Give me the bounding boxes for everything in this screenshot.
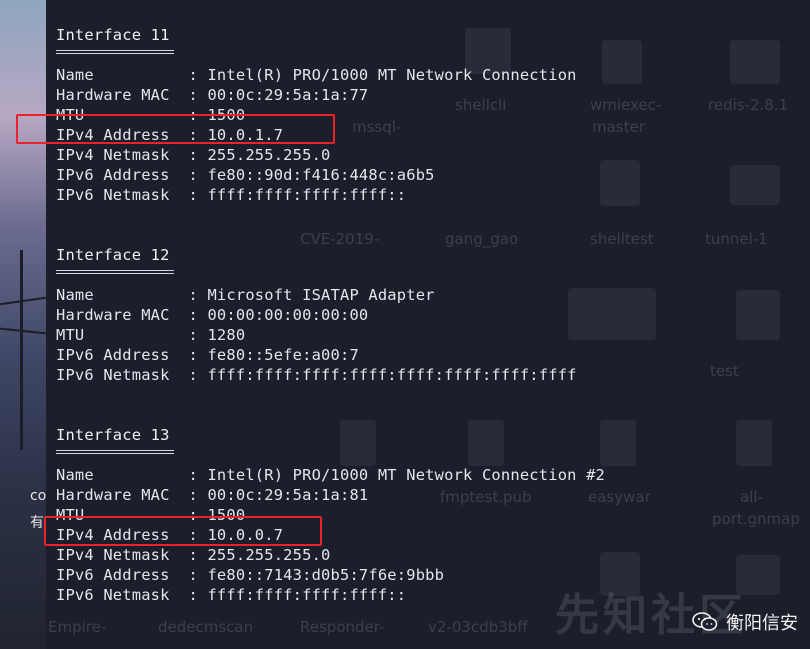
- desktop-file-label: Responder-: [300, 618, 385, 636]
- interface-mac-row: Hardware MAC : 00:00:00:00:00:00: [56, 306, 369, 324]
- interface-ipv6-netmask-row: IPv6 Netmask : ffff:ffff:ffff:ffff::: [56, 186, 407, 204]
- desktop-file-label: fmptest.pub: [440, 488, 532, 506]
- interface-title: Interface 12: [56, 246, 170, 264]
- interface-ipv4-netmask-row: IPv4 Netmask : 255.255.255.0: [56, 546, 331, 564]
- interface-ipv4-netmask-row: IPv4 Netmask : 255.255.255.0: [56, 146, 331, 164]
- interface-ipv6-address-row: IPv6 Address : fe80::7143:d0b5:7f6e:9bbb: [56, 566, 445, 584]
- desktop-file-label: master: [592, 118, 645, 136]
- interface-mac-row: Hardware MAC : 00:0c:29:5a:1a:81: [56, 486, 369, 504]
- desktop-folder-icon: [730, 165, 780, 205]
- interface-ipv6-netmask-row: IPv6 Netmask : ffff:ffff:ffff:ffff:ffff:…: [56, 366, 577, 384]
- watermark: 衡阳信安: [692, 609, 798, 635]
- desktop-file-label: dedecmscan: [158, 618, 254, 636]
- desktop-file-label: tunnel-1: [705, 230, 768, 248]
- desktop-file-icon: [468, 420, 504, 466]
- desktop-file-label: CVE-2019-: [300, 230, 380, 248]
- ipv4-highlight-box: [16, 114, 335, 144]
- utility-pole-graphic: [20, 250, 23, 450]
- interface-name-row: Name : Intel(R) PRO/1000 MT Network Conn…: [56, 466, 606, 484]
- interface-ipv6-address-row: IPv6 Address : fe80::5efe:a00:7: [56, 346, 359, 364]
- desktop-archive-icon: [600, 420, 636, 466]
- watermark-text: 衡阳信安: [726, 613, 798, 634]
- desktop-file-label: all-: [740, 488, 763, 506]
- desktop-file-label: mssql-: [352, 118, 402, 136]
- title-underline: [56, 270, 174, 274]
- desktop-file-label: easywar: [588, 488, 651, 506]
- interface-ipv6-address-row: IPv6 Address : fe80::90d:f416:448c:a6b5: [56, 166, 435, 184]
- interface-title: Interface 13: [56, 426, 170, 444]
- interface-ipv6-netmask-row: IPv6 Netmask : ffff:ffff:ffff:ffff::: [56, 586, 407, 604]
- interface-mtu-row: MTU : 1280: [56, 326, 246, 344]
- wechat-icon: [692, 612, 718, 631]
- desktop-glyph: 有: [30, 515, 44, 531]
- desktop-file-label: v2-03cdb3bff: [428, 618, 528, 636]
- power-line-graphic: [0, 296, 46, 306]
- desktop-file-label: wmiexec-: [590, 96, 662, 114]
- interface-mac-row: Hardware MAC : 00:0c:29:5a:1a:77: [56, 86, 369, 104]
- desktop-file-label: redis-2.8.1: [708, 96, 789, 114]
- title-underline: [56, 450, 174, 454]
- desktop-wallpaper: co 有: [0, 0, 46, 649]
- desktop-file-icon: [736, 420, 772, 466]
- desktop-file-label: port.gnmap: [712, 510, 800, 528]
- desktop-file-icon: [600, 160, 640, 206]
- interface-name-row: Name : Intel(R) PRO/1000 MT Network Conn…: [56, 66, 577, 84]
- desktop-file-label: gang_gao: [445, 230, 519, 248]
- desktop-folder-icon: [730, 40, 780, 84]
- interface-name-row: Name : Microsoft ISATAP Adapter: [56, 286, 435, 304]
- desktop-file-label: test: [710, 362, 739, 380]
- desktop-file-label: shelltest: [590, 230, 654, 248]
- desktop-file-label: Empire-: [48, 618, 107, 636]
- desktop-file-icon: [340, 420, 376, 466]
- desktop-glyph: co: [30, 488, 47, 504]
- desktop-file-icon: [602, 40, 642, 84]
- desktop-file-label: shellcli: [455, 96, 507, 114]
- title-underline: [56, 50, 174, 54]
- interface-title: Interface 11: [56, 26, 170, 44]
- ipv4-highlight-box: [44, 516, 322, 546]
- desktop-image-thumbnail: [568, 288, 656, 340]
- desktop-file-icon: [736, 290, 780, 340]
